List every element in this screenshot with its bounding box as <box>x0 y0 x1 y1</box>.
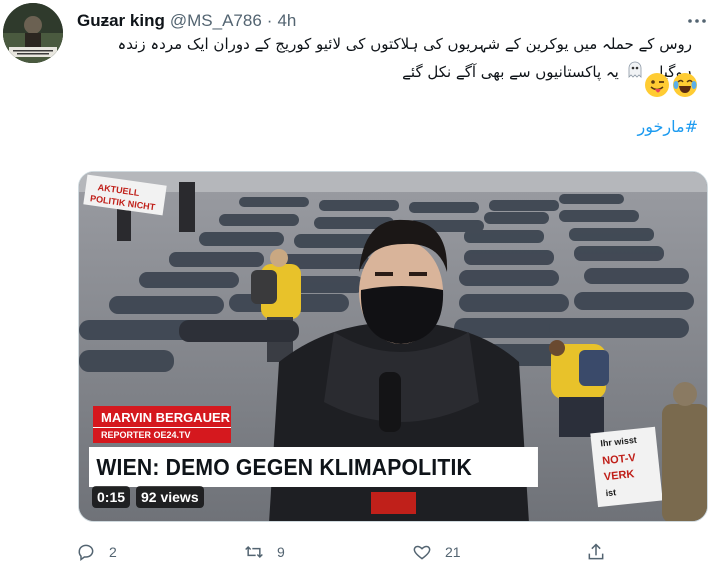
joy-emoji <box>672 72 698 103</box>
winking-tongue-emoji <box>644 72 670 103</box>
tweet-timestamp[interactable]: 4h <box>277 11 296 31</box>
video-duration: 0:15 <box>92 486 131 508</box>
video-views: 92 views <box>136 486 204 508</box>
share-button[interactable] <box>586 540 606 564</box>
more-icon <box>688 19 706 23</box>
reply-icon <box>78 544 94 561</box>
retweet-icon <box>245 545 263 559</box>
svg-text:ist: ist <box>605 487 617 498</box>
reply-count: 2 <box>109 544 117 560</box>
like-button[interactable]: 21 <box>412 540 461 564</box>
tweet-text: روس کے حملہ میں یوکرین کے شہریوں کی ہلاک… <box>80 30 693 87</box>
like-count: 21 <box>445 544 461 560</box>
separator-dot: · <box>266 11 273 30</box>
user-handle[interactable]: @MS_A786 <box>170 11 262 31</box>
reporter-lower-third: MARVIN BERGAUER REPORTER OE24.TV <box>93 406 231 443</box>
emoji-row <box>644 72 698 103</box>
heart-icon <box>413 545 431 560</box>
tweet-text-tail: یہ پاکستانیوں سے بھی آگے نکل گئے <box>402 63 619 81</box>
reply-button[interactable]: 2 <box>76 540 117 564</box>
tweet-actions: 2 9 21 <box>76 540 636 564</box>
news-headline: WIEN: DEMO GEGEN KLIMAPOLITIK <box>89 447 538 487</box>
video-player[interactable]: AKTUELL POLITIK NICHT Ihr wisst NOT-V VE… <box>78 171 708 522</box>
more-options-button[interactable] <box>686 10 708 32</box>
avatar[interactable] <box>3 3 63 63</box>
share-icon <box>588 543 604 560</box>
ghost-emoji <box>626 59 644 87</box>
retweet-button[interactable]: 9 <box>244 540 285 564</box>
hashtag-link[interactable]: #مارخور <box>638 117 698 136</box>
retweet-count: 9 <box>277 544 285 560</box>
tweet: Guƶar king @MS_A786 · 4h روس کے حملہ میں… <box>0 0 720 572</box>
reporter-name: MARVIN BERGAUER <box>93 406 231 427</box>
reporter-role: REPORTER OE24.TV <box>93 427 231 443</box>
display-name[interactable]: Guƶar king <box>77 11 165 31</box>
